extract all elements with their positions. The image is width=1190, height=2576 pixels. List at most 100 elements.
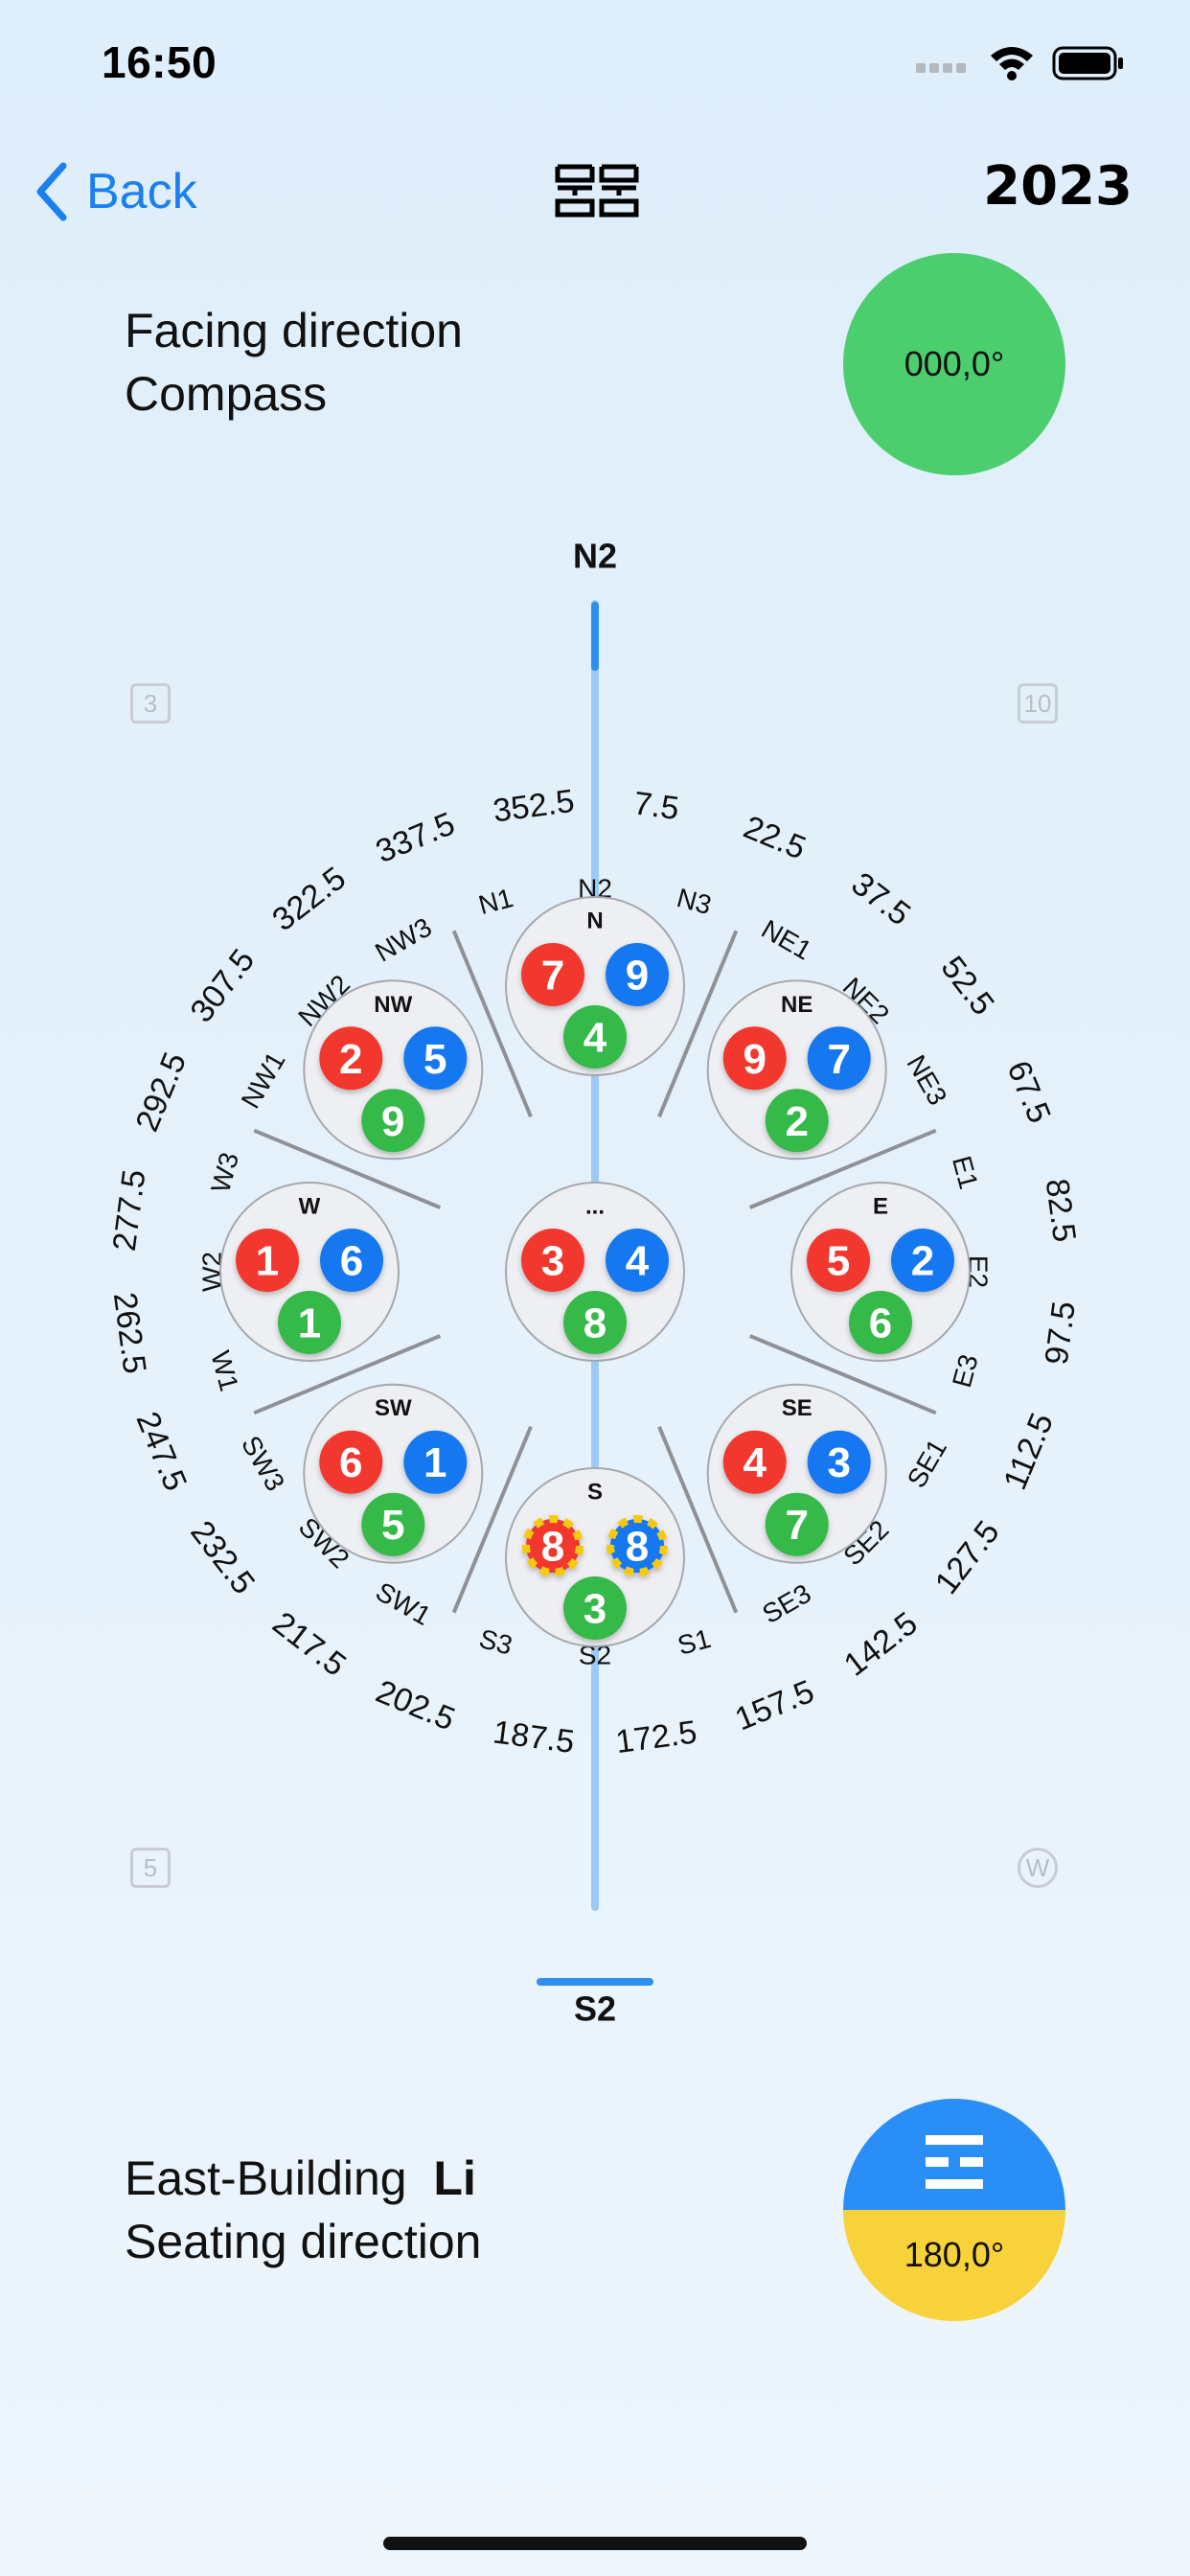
mountain-star-number: 3 <box>541 1238 564 1285</box>
degree-label: 82.5 <box>1039 1177 1083 1245</box>
back-label: Back <box>86 164 197 219</box>
mountain-label: SW3 <box>236 1431 290 1496</box>
mountain-label: E3 <box>947 1351 984 1391</box>
palace-label: E <box>873 1194 888 1220</box>
palace-label: NW <box>374 992 412 1018</box>
mountain-star-number: 6 <box>339 1439 362 1486</box>
degree-label: 172.5 <box>613 1714 698 1760</box>
mountain-label: SE3 <box>757 1578 815 1629</box>
degree-label: 247.5 <box>128 1407 194 1496</box>
degree-label: 307.5 <box>183 942 262 1029</box>
trigram-area <box>843 2099 1065 2210</box>
palace-center[interactable]: ... 3 48 <box>505 1182 685 1362</box>
palace-sw[interactable]: SW 6 15 <box>303 1383 484 1564</box>
facing-label-block: Facing direction Compass <box>125 299 463 426</box>
mountain-label: N3 <box>674 883 715 920</box>
period-star-number: 6 <box>869 1300 892 1347</box>
back-button[interactable]: Back <box>34 153 197 230</box>
degree-label: 7.5 <box>631 785 681 827</box>
palace-nw[interactable]: NW 2 59 <box>303 979 484 1161</box>
mountain-label: E1 <box>947 1153 984 1192</box>
degree-label: 232.5 <box>183 1514 262 1601</box>
degree-label: 262.5 <box>106 1290 153 1375</box>
degree-label: 22.5 <box>739 809 812 866</box>
mountain-label: SW1 <box>371 1576 436 1631</box>
mountain-label: S3 <box>476 1623 515 1661</box>
seating-degree-button[interactable]: 180,0° <box>843 2099 1065 2321</box>
status-time: 16:50 <box>102 37 217 87</box>
palace-ne[interactable]: NE 9 72 <box>706 979 887 1161</box>
mountain-label: NE1 <box>757 914 817 966</box>
water-star-number: 3 <box>827 1439 850 1486</box>
trigram-name: Li <box>433 2151 476 2205</box>
degree-label: 37.5 <box>844 865 917 932</box>
corner-symbol-bottom-left: 5 <box>130 1848 171 1888</box>
degree-label: 187.5 <box>491 1714 576 1760</box>
seating-label-block: East-Building Li Seating direction <box>125 2147 481 2273</box>
mountain-label: SE1 <box>902 1434 952 1492</box>
water-star-number: 2 <box>911 1238 934 1285</box>
degree-label: 112.5 <box>996 1408 1061 1495</box>
year-label[interactable]: 2023 <box>983 155 1133 218</box>
palace-n[interactable]: N7 94 <box>505 896 685 1076</box>
period-star-number: 7 <box>785 1502 808 1549</box>
mountain-label: S1 <box>675 1623 714 1661</box>
palace-label: W <box>299 1194 321 1220</box>
degree-label: 67.5 <box>999 1056 1057 1129</box>
facing-subtitle: Compass <box>125 367 328 421</box>
double-trigram-icon <box>554 161 640 220</box>
mountain-label: N1 <box>475 883 516 920</box>
mountain-label: W1 <box>205 1347 244 1394</box>
period-star-number: 5 <box>381 1502 404 1549</box>
degree-label: 337.5 <box>371 805 460 870</box>
palace-label: ... <box>585 1194 605 1220</box>
flying-star-compass[interactable]: N2 S2 N2 N3 NE1 NE2 NE3 E1 E2 E3 SE1 SE2 SE3 S1 S2 S3 SW… <box>0 518 1190 2051</box>
period-star-number: 9 <box>381 1098 404 1145</box>
cellular-signal-icon <box>916 63 966 73</box>
north-direction-label: N2 <box>573 537 617 576</box>
period-star-number: 2 <box>785 1098 808 1145</box>
period-star-number: 1 <box>298 1300 321 1347</box>
degree-label: 217.5 <box>265 1605 353 1684</box>
degree-label: 292.5 <box>128 1047 194 1137</box>
facing-title: Facing direction <box>125 304 463 357</box>
corner-symbol-top-right: 10 <box>1018 683 1058 724</box>
mountain-label: NE3 <box>901 1050 952 1111</box>
palace-label: N <box>586 908 603 934</box>
li-trigram-icon <box>926 2135 983 2189</box>
degree-label: 157.5 <box>730 1673 819 1738</box>
palace-se[interactable]: SE 4 37 <box>706 1383 887 1564</box>
palace-s[interactable]: S8 83 <box>505 1467 685 1647</box>
degree-label: 352.5 <box>491 783 576 830</box>
palace-e[interactable]: E5 26 <box>790 1182 971 1362</box>
corner-symbol-top-left: 3 <box>130 683 171 724</box>
status-icons <box>910 42 1131 84</box>
degree-label: 52.5 <box>934 950 1001 1023</box>
palace-label: SW <box>375 1395 412 1421</box>
water-star-number: 6 <box>340 1238 363 1285</box>
mountain-star-number: 8 <box>541 1524 564 1571</box>
facing-degree-button[interactable]: 000,0° <box>843 253 1065 475</box>
wifi-icon <box>991 47 1033 80</box>
palace-label: SE <box>782 1395 812 1421</box>
home-indicator[interactable] <box>383 2537 807 2550</box>
mountain-star-number: 2 <box>339 1036 362 1083</box>
palace-w[interactable]: W1 61 <box>219 1182 400 1362</box>
mountain-star-number: 5 <box>827 1238 850 1285</box>
period-star-number: 3 <box>584 1586 606 1633</box>
water-star-number: 8 <box>626 1524 649 1571</box>
palace-label: S <box>587 1480 603 1506</box>
facing-degree-value: 000,0° <box>904 344 1005 383</box>
mountain-label: W3 <box>205 1149 244 1196</box>
seating-degree-area: 180,0° <box>843 2210 1065 2321</box>
period-star-number: 8 <box>584 1300 606 1347</box>
mountain-label: NW1 <box>236 1046 291 1113</box>
chevron-left-icon <box>36 162 67 221</box>
water-star-number: 1 <box>423 1439 446 1486</box>
period-star-number: 4 <box>584 1015 607 1062</box>
palace-label: NE <box>781 992 812 1018</box>
battery-icon <box>1052 46 1123 80</box>
degree-label: 277.5 <box>106 1167 153 1253</box>
degree-label: 142.5 <box>837 1605 925 1684</box>
building-name: East-Building <box>125 2151 407 2205</box>
